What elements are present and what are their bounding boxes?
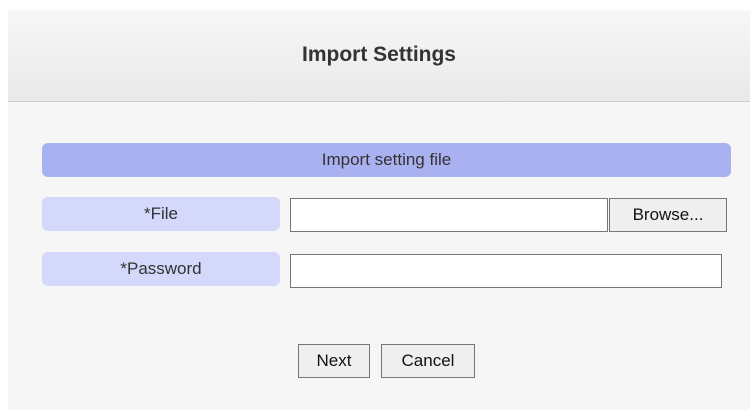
password-input[interactable] [290, 254, 722, 288]
section-header: Import setting file [42, 143, 731, 177]
file-label: *File [42, 197, 280, 231]
next-button[interactable]: Next [298, 344, 370, 378]
page-title: Import Settings [301, 43, 456, 66]
dialog-header: Import Settings [8, 10, 750, 102]
password-label: *Password [42, 252, 280, 286]
file-path-input[interactable] [290, 198, 608, 232]
cancel-button[interactable]: Cancel [381, 344, 475, 378]
browse-button[interactable]: Browse... [609, 198, 727, 232]
import-settings-dialog: Import Settings Import setting file *Fil… [8, 10, 750, 410]
